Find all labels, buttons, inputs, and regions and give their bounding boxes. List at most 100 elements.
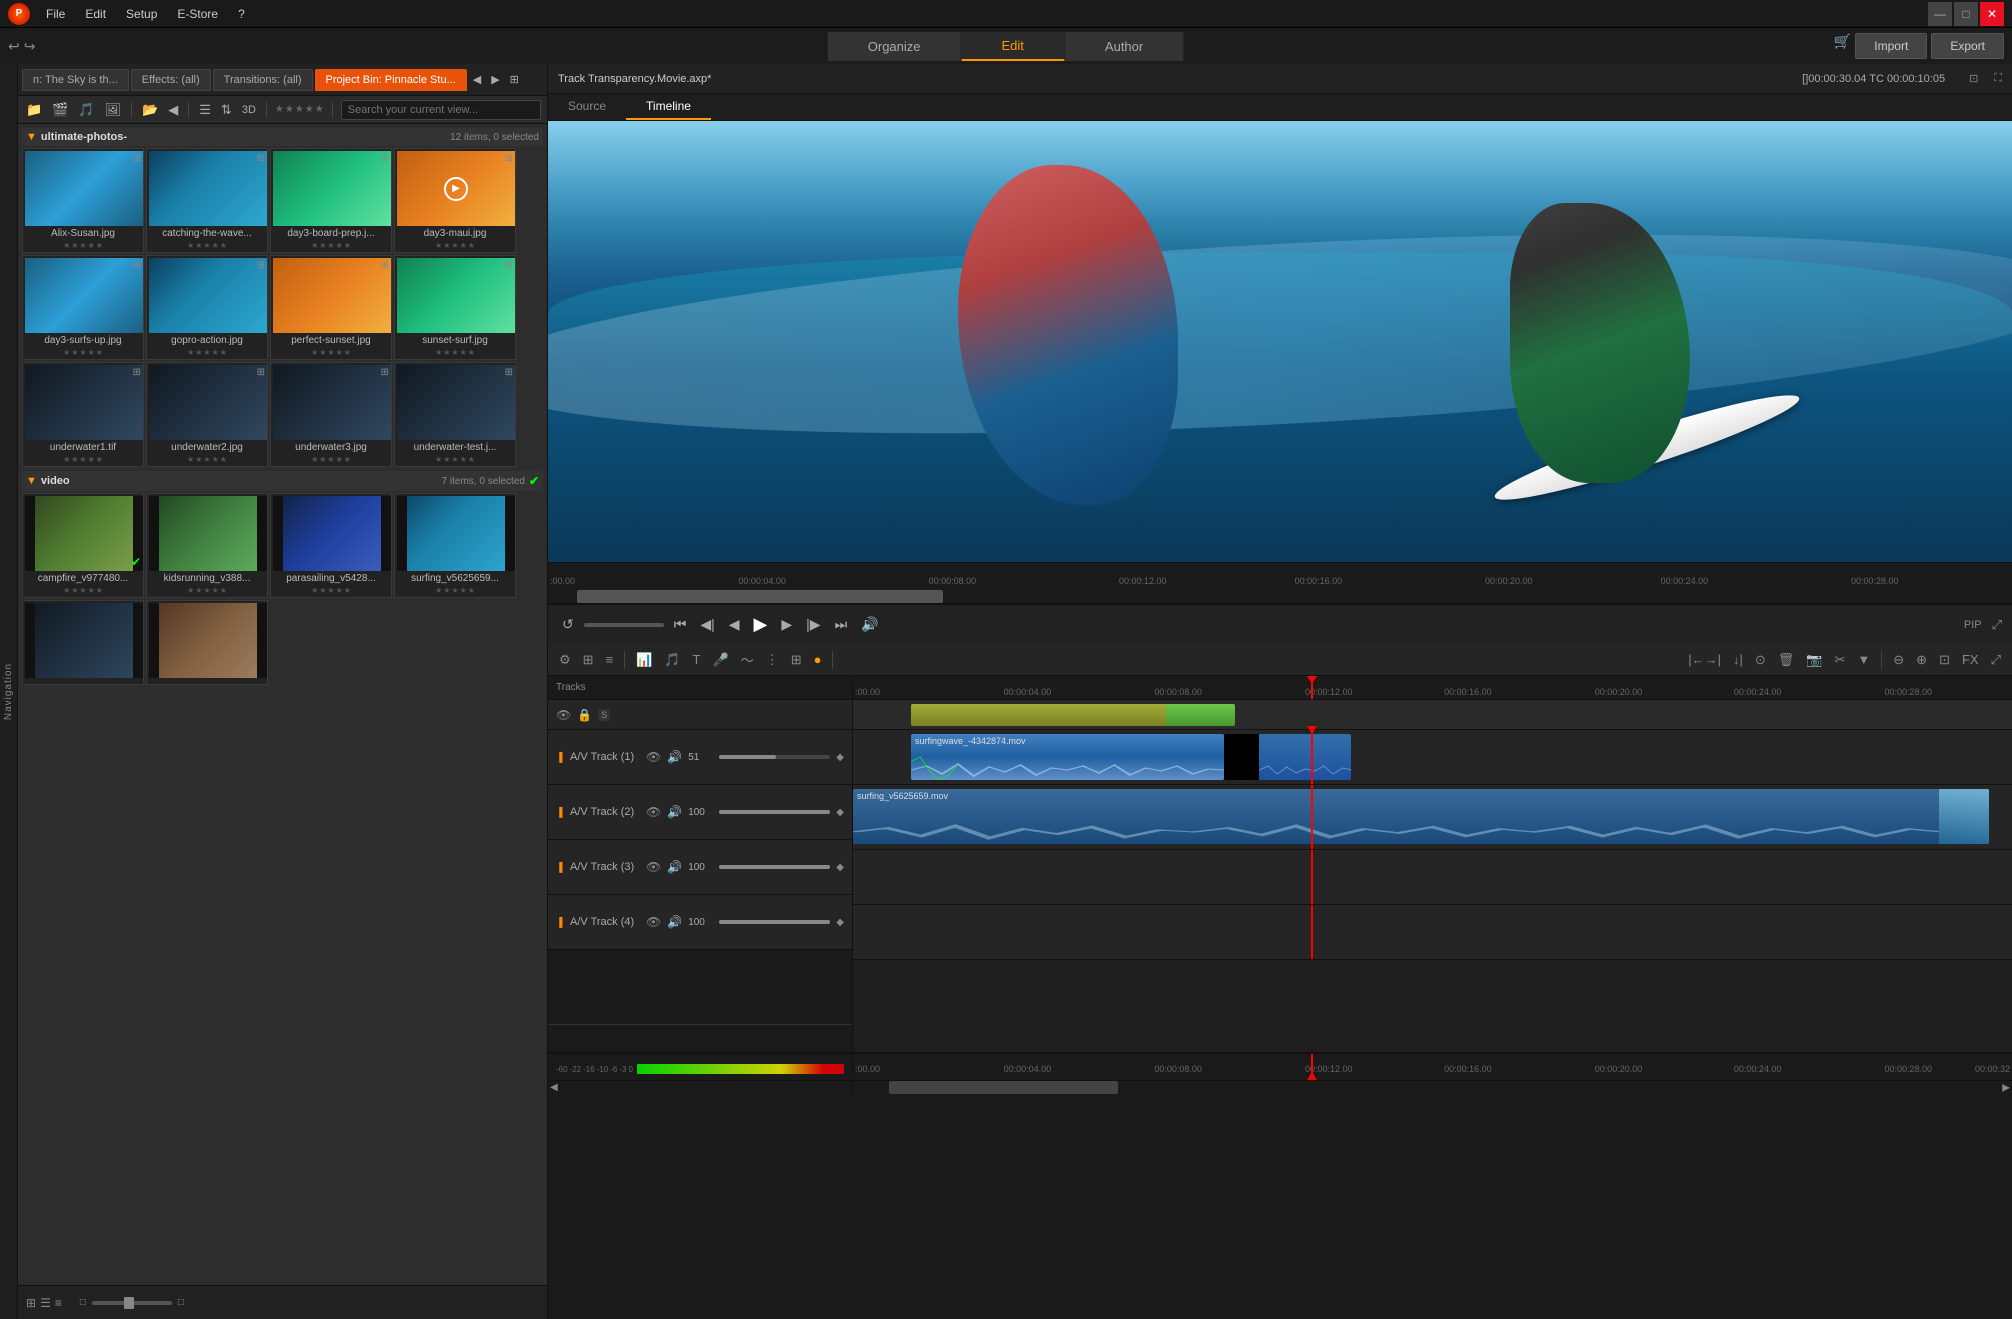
- step-forward-button[interactable]: |▶: [802, 614, 824, 635]
- expand-preview-icon[interactable]: ⊡: [1969, 72, 1978, 85]
- 3d-icon[interactable]: 3D: [240, 102, 258, 118]
- track-mute-1[interactable]: 🔊: [667, 750, 682, 764]
- skip-end-button[interactable]: ⏭: [831, 614, 852, 635]
- maximize-button[interactable]: □: [1954, 2, 1978, 26]
- tt-settings-icon[interactable]: ⚙: [556, 650, 574, 670]
- folder-video[interactable]: ▼ video 7 items, 0 selected ✔: [22, 471, 543, 491]
- thumb-video5[interactable]: [22, 600, 144, 685]
- thumb-gopro-action[interactable]: ⊞ gopro-action.jpg ★★★★★: [146, 255, 268, 360]
- track-keyframe-1[interactable]: ◆: [836, 752, 844, 763]
- tab-project-bin[interactable]: Project Bin: Pinnacle Stu...: [315, 69, 467, 91]
- sort-icon[interactable]: ⇅: [219, 100, 234, 120]
- track-vol-slider-1[interactable]: [719, 755, 830, 759]
- image-icon[interactable]: 🖼: [103, 100, 124, 120]
- track-keyframe-3[interactable]: ◆: [836, 862, 844, 873]
- file-browser[interactable]: ▼ ultimate-photos- 12 items, 0 selected …: [18, 124, 547, 1285]
- track-mute-2[interactable]: 🔊: [667, 805, 682, 819]
- prev-frame-button[interactable]: ◀: [725, 614, 744, 635]
- tab-timeline[interactable]: Timeline: [626, 94, 711, 120]
- play-button[interactable]: ▶: [750, 612, 772, 637]
- tab-prev-arrow[interactable]: ◀: [469, 73, 485, 86]
- tt-zoom-in-icon[interactable]: ⊕: [1913, 650, 1930, 670]
- track-keyframe-4[interactable]: ◆: [836, 917, 844, 928]
- track-lock-0[interactable]: 🔒: [577, 708, 592, 722]
- tt-more-icon[interactable]: ▼: [1854, 650, 1873, 669]
- track-eye-3[interactable]: 👁: [646, 860, 661, 874]
- nav-organize[interactable]: Organize: [828, 32, 962, 61]
- tt-detect-icon[interactable]: ⊙: [1752, 650, 1769, 670]
- tt-trim-icon[interactable]: |←→|: [1685, 650, 1724, 669]
- tab-pin-arrow[interactable]: ⊞: [506, 73, 523, 86]
- minimize-button[interactable]: —: [1928, 2, 1952, 26]
- clip-olive[interactable]: [911, 704, 1166, 726]
- tt-camera-icon[interactable]: 📷: [1803, 650, 1825, 670]
- tt-orange-icon[interactable]: ●: [811, 650, 825, 669]
- back-icon[interactable]: ◀: [166, 100, 180, 120]
- folder-ultimate-photos[interactable]: ▼ ultimate-photos- 12 items, 0 selected: [22, 128, 543, 146]
- redo-button[interactable]: ↪: [24, 38, 36, 55]
- nav-edit[interactable]: Edit: [962, 32, 1065, 61]
- thumb-catching-wave[interactable]: ⊞ catching-the-wave... ★★★★★: [146, 148, 268, 253]
- thumb-surfing[interactable]: surfing_v5625659... ★★★★★: [394, 493, 516, 598]
- menu-file[interactable]: File: [42, 5, 69, 23]
- nav-author[interactable]: Author: [1065, 32, 1184, 61]
- skip-start-button[interactable]: ⏮: [670, 614, 691, 635]
- tab-next-arrow[interactable]: ▶: [487, 73, 503, 86]
- tt-mic-icon[interactable]: 🎤: [709, 650, 731, 670]
- thumb-size-slider[interactable]: [92, 1301, 172, 1305]
- tt-snap-icon[interactable]: ⊞: [580, 650, 597, 670]
- export-button[interactable]: Export: [1931, 33, 2004, 59]
- tt-zoom-out-icon[interactable]: ⊖: [1890, 650, 1907, 670]
- track-keyframe-2[interactable]: ◆: [836, 807, 844, 818]
- tab-source[interactable]: Source: [548, 94, 626, 120]
- rating-filter[interactable]: ★★★★★: [275, 104, 324, 115]
- tab-sky[interactable]: n: The Sky is th...: [22, 69, 129, 91]
- menu-help[interactable]: ?: [234, 5, 249, 23]
- close-button[interactable]: ✕: [1980, 2, 2004, 26]
- thumb-underwater2[interactable]: ⊞ underwater2.jpg ★★★★★: [146, 362, 268, 467]
- fullscreen-icon[interactable]: ⛶: [1994, 72, 2002, 85]
- thumb-day3-board-prep[interactable]: ⊞ day3-board-prep.j... ★★★★★: [270, 148, 392, 253]
- expand-icon[interactable]: ⤢: [1992, 617, 2002, 633]
- tt-split-icon[interactable]: ⋮: [763, 650, 782, 670]
- clip-black[interactable]: [1224, 734, 1259, 780]
- track-eye-2[interactable]: 👁: [646, 805, 661, 819]
- tt-fx-icon[interactable]: FX: [1959, 650, 1982, 669]
- search-input[interactable]: [341, 100, 541, 120]
- mute-button[interactable]: 🔊: [857, 614, 882, 635]
- music-icon[interactable]: 🎵: [76, 100, 96, 120]
- thumb-campfire[interactable]: ✔ campfire_v977480... ★★★★★: [22, 493, 144, 598]
- tt-group-icon[interactable]: ≡: [603, 650, 617, 669]
- tt-title-icon[interactable]: T: [690, 650, 704, 669]
- tt-wave-icon[interactable]: 〜: [738, 648, 757, 671]
- track-vol-slider-2[interactable]: [719, 810, 830, 814]
- thumb-perfect-sunset[interactable]: ⊞ perfect-sunset.jpg ★★★★★: [270, 255, 392, 360]
- tab-effects[interactable]: Effects: (all): [131, 69, 211, 91]
- import-button[interactable]: Import: [1855, 33, 1927, 59]
- tt-delete-icon[interactable]: 🗑: [1775, 650, 1798, 670]
- tt-split2-icon[interactable]: ✂: [1831, 650, 1848, 670]
- undo-button[interactable]: ↩: [8, 38, 20, 55]
- detail-view-icon[interactable]: ≡: [55, 1296, 62, 1310]
- menu-estore[interactable]: E-Store: [173, 5, 222, 23]
- thumb-sunset-surf[interactable]: ⊞ sunset-surf.jpg ★★★★★: [394, 255, 516, 360]
- list-view-icon[interactable]: ☰: [40, 1296, 51, 1310]
- thumb-underwater3[interactable]: ⊞ underwater3.jpg ★★★★★: [270, 362, 392, 467]
- timeline-scrollbar[interactable]: ◀ ▶: [548, 1080, 2012, 1094]
- track-eye-1[interactable]: 👁: [646, 750, 661, 764]
- tt-expand-icon[interactable]: ⤢: [1988, 650, 2004, 670]
- thumb-kidsrunning[interactable]: kidsrunning_v388... ★★★★★: [146, 493, 268, 598]
- track-eye-4[interactable]: 👁: [646, 915, 661, 929]
- thumb-video6[interactable]: [146, 600, 268, 685]
- folder-icon[interactable]: 📁: [24, 100, 44, 120]
- clip-blue-right[interactable]: [1259, 734, 1352, 780]
- thumb-day3-maui[interactable]: ▶ ⊞ day3-maui.jpg ★★★★★: [394, 148, 516, 253]
- thumb-underwater-test[interactable]: ⊞ underwater-test.j... ★★★★★: [394, 362, 516, 467]
- clip-surfingwave[interactable]: surfingwave_-4342874.mov: [911, 734, 1224, 780]
- folder-nav-icon[interactable]: 📂: [140, 100, 160, 120]
- list-icon[interactable]: ☰: [197, 100, 213, 120]
- menu-setup[interactable]: Setup: [122, 5, 161, 23]
- track-vol-slider-3[interactable]: [719, 865, 830, 869]
- grid-view-icon[interactable]: ⊞: [26, 1296, 36, 1310]
- track-vol-slider-4[interactable]: [719, 920, 830, 924]
